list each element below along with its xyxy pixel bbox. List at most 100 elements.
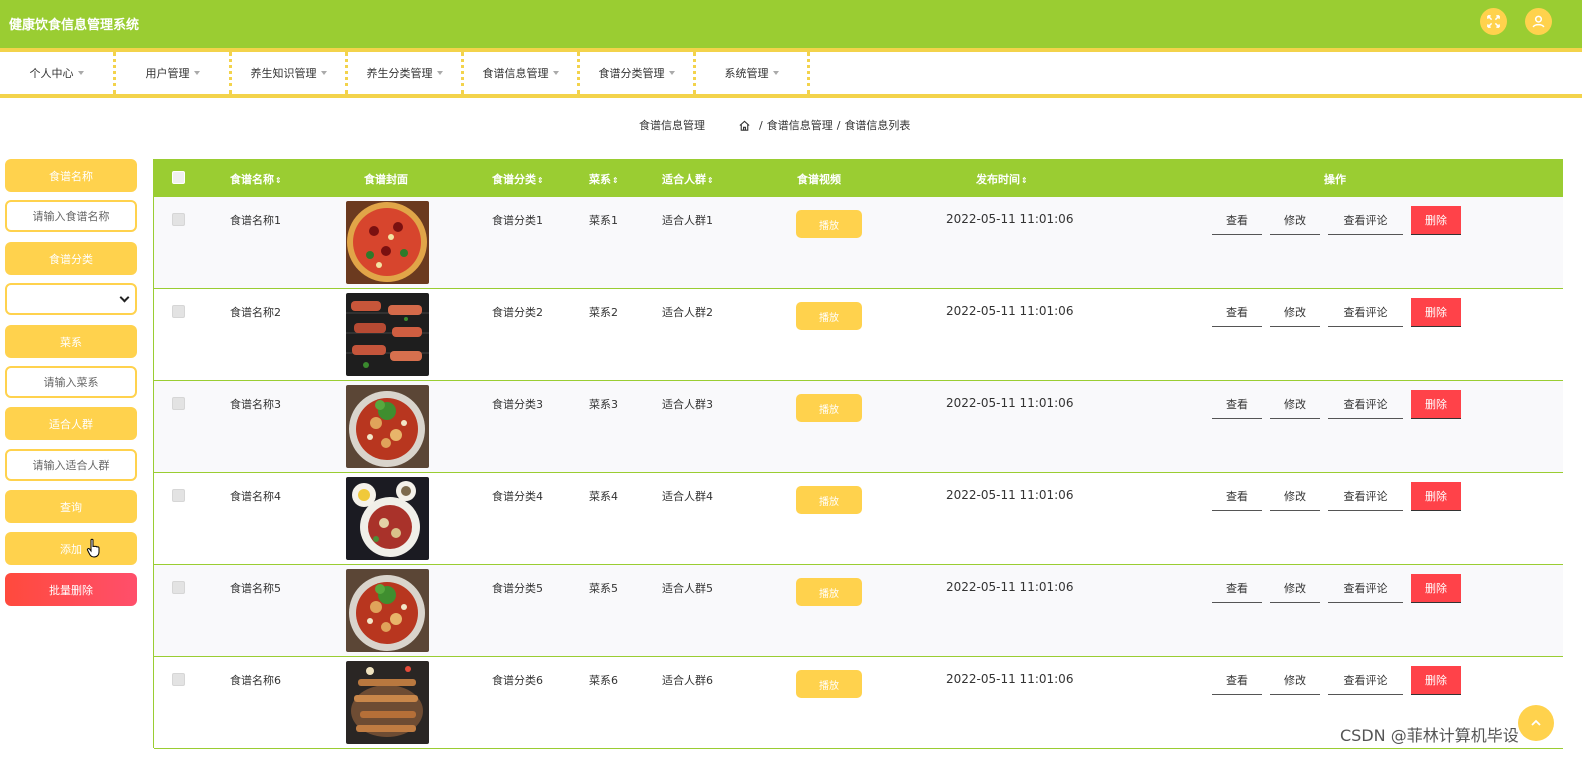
row-checkbox[interactable] — [172, 305, 185, 318]
nav-divider — [0, 94, 1582, 98]
add-button[interactable]: 添加 — [5, 532, 137, 565]
recipe-cover-image[interactable] — [346, 293, 429, 376]
sort-icon: ⇕ — [275, 176, 282, 185]
view-comments-button[interactable]: 查看评论 — [1328, 666, 1403, 695]
nav-label: 养生分类管理 — [366, 67, 433, 80]
publish-time-cell: 2022-05-11 11:01:06 — [946, 672, 1074, 686]
fullscreen-icon[interactable] — [1480, 8, 1507, 35]
row-checkbox[interactable] — [172, 581, 185, 594]
nav-item-health-knowledge[interactable]: 养生知识管理 — [232, 52, 348, 94]
cuisine-cell: 菜系3 — [589, 398, 618, 411]
recipe-cover-image[interactable] — [346, 477, 429, 560]
recipe-cover-image[interactable] — [346, 661, 429, 744]
query-button[interactable]: 查询 — [5, 490, 137, 523]
delete-button[interactable]: 删除 — [1411, 298, 1461, 327]
row-checkbox[interactable] — [172, 397, 185, 410]
nav-label: 系统管理 — [724, 67, 769, 80]
caret-down-icon — [552, 71, 559, 75]
view-button[interactable]: 查看 — [1212, 206, 1262, 235]
view-comments-button[interactable]: 查看评论 — [1328, 206, 1403, 235]
nav-item-health-category[interactable]: 养生分类管理 — [348, 52, 464, 94]
play-video-button[interactable]: 播放 — [796, 578, 862, 606]
nav-item-recipe-category[interactable]: 食谱分类管理 — [580, 52, 696, 94]
play-video-button[interactable]: 播放 — [796, 210, 862, 238]
row-checkbox[interactable] — [172, 213, 185, 226]
cuisine-cell: 菜系2 — [589, 306, 618, 319]
recipe-category-select[interactable] — [5, 283, 137, 315]
col-recipe-name[interactable]: 食谱名称⇕ — [230, 171, 282, 187]
view-button[interactable]: 查看 — [1212, 298, 1262, 327]
batch-delete-button[interactable]: 批量删除 — [5, 573, 137, 606]
publish-time-cell: 2022-05-11 11:01:06 — [946, 304, 1074, 318]
crowd-cell: 适合人群3 — [662, 398, 713, 411]
row-checkbox[interactable] — [172, 673, 185, 686]
delete-button[interactable]: 删除 — [1411, 390, 1461, 419]
view-button[interactable]: 查看 — [1212, 574, 1262, 603]
publish-time-cell: 2022-05-11 11:01:06 — [946, 488, 1074, 502]
edit-button[interactable]: 修改 — [1270, 206, 1320, 235]
delete-button[interactable]: 删除 — [1411, 206, 1461, 235]
crowd-input[interactable]: 请输入适合人群 — [5, 449, 137, 481]
edit-button[interactable]: 修改 — [1270, 574, 1320, 603]
caret-down-icon — [193, 71, 200, 75]
arrow-up-icon — [1531, 719, 1541, 726]
home-icon[interactable] — [738, 119, 751, 132]
nav-label: 食谱信息管理 — [482, 67, 549, 80]
play-video-button[interactable]: 播放 — [796, 394, 862, 422]
table-row: 食谱名称2 食谱分类2 菜系2 适合人群2 播放 2022-05-11 11:01:06 查… — [154, 289, 1563, 381]
recipe-cover-image[interactable] — [346, 569, 429, 652]
cuisine-cell: 菜系6 — [589, 674, 618, 687]
recipe-cover-image[interactable] — [346, 385, 429, 468]
publish-time-cell: 2022-05-11 11:01:06 — [946, 212, 1074, 226]
cuisine-input[interactable]: 请输入菜系 — [5, 366, 137, 398]
play-video-button[interactable]: 播放 — [796, 670, 862, 698]
edit-button[interactable]: 修改 — [1270, 666, 1320, 695]
table-row: 食谱名称1 食谱分类1 菜系1 适合人群1 播放 2022-05-11 11:01:06 查… — [154, 197, 1563, 289]
user-icon[interactable] — [1525, 8, 1552, 35]
edit-button[interactable]: 修改 — [1270, 390, 1320, 419]
play-video-button[interactable]: 播放 — [796, 486, 862, 514]
view-comments-button[interactable]: 查看评论 — [1328, 482, 1403, 511]
nav-item-recipe-info[interactable]: 食谱信息管理 — [464, 52, 580, 94]
recipe-name-cell: 食谱名称5 — [230, 582, 281, 595]
nav-item-system[interactable]: 系统管理 — [696, 52, 810, 94]
caret-down-icon — [320, 71, 327, 75]
crowd-cell: 适合人群1 — [662, 214, 713, 227]
view-comments-button[interactable]: 查看评论 — [1328, 574, 1403, 603]
delete-button[interactable]: 删除 — [1411, 482, 1461, 511]
col-category[interactable]: 食谱分类⇕ — [492, 171, 544, 187]
nav-item-user-management[interactable]: 用户管理 — [116, 52, 232, 94]
view-button[interactable]: 查看 — [1212, 482, 1262, 511]
col-actions: 操作 — [1324, 173, 1346, 186]
category-cell: 食谱分类5 — [492, 582, 543, 595]
breadcrumb-item[interactable]: 食谱信息管理 — [767, 117, 833, 133]
back-to-top-button[interactable] — [1518, 705, 1554, 741]
recipe-name-cell: 食谱名称2 — [230, 306, 281, 319]
caret-down-icon — [436, 71, 443, 75]
delete-button[interactable]: 删除 — [1411, 574, 1461, 603]
view-button[interactable]: 查看 — [1212, 390, 1262, 419]
recipe-name-label: 食谱名称 — [5, 159, 137, 192]
edit-button[interactable]: 修改 — [1270, 482, 1320, 511]
recipe-cover-image[interactable] — [346, 201, 429, 284]
col-label: 适合人群 — [662, 173, 706, 186]
nav-item-personal-center[interactable]: 个人中心 — [0, 52, 116, 94]
select-all-checkbox[interactable] — [172, 171, 185, 184]
view-comments-button[interactable]: 查看评论 — [1328, 298, 1403, 327]
recipe-table: 食谱名称⇕ 食谱封面 食谱分类⇕ 菜系⇕ 适合人群⇕ 食谱视频 发布时间⇕ 操作… — [153, 159, 1563, 749]
view-comments-button[interactable]: 查看评论 — [1328, 390, 1403, 419]
view-button[interactable]: 查看 — [1212, 666, 1262, 695]
recipe-name-input[interactable]: 请输入食谱名称 — [5, 200, 137, 232]
col-video: 食谱视频 — [797, 173, 841, 186]
table-row: 食谱名称4 食谱分类4 菜系4 适合人群4 播放 2022-05-11 11:01:06 查… — [154, 473, 1563, 565]
col-crowd[interactable]: 适合人群⇕ — [662, 171, 714, 187]
sort-icon: ⇕ — [707, 176, 714, 185]
row-checkbox[interactable] — [172, 489, 185, 502]
top-header: 健康饮食信息管理系统 — [0, 0, 1582, 48]
col-cover: 食谱封面 — [364, 173, 408, 186]
edit-button[interactable]: 修改 — [1270, 298, 1320, 327]
play-video-button[interactable]: 播放 — [796, 302, 862, 330]
col-publish-time[interactable]: 发布时间⇕ — [976, 171, 1028, 187]
col-cuisine[interactable]: 菜系⇕ — [589, 171, 619, 187]
delete-button[interactable]: 删除 — [1411, 666, 1461, 695]
